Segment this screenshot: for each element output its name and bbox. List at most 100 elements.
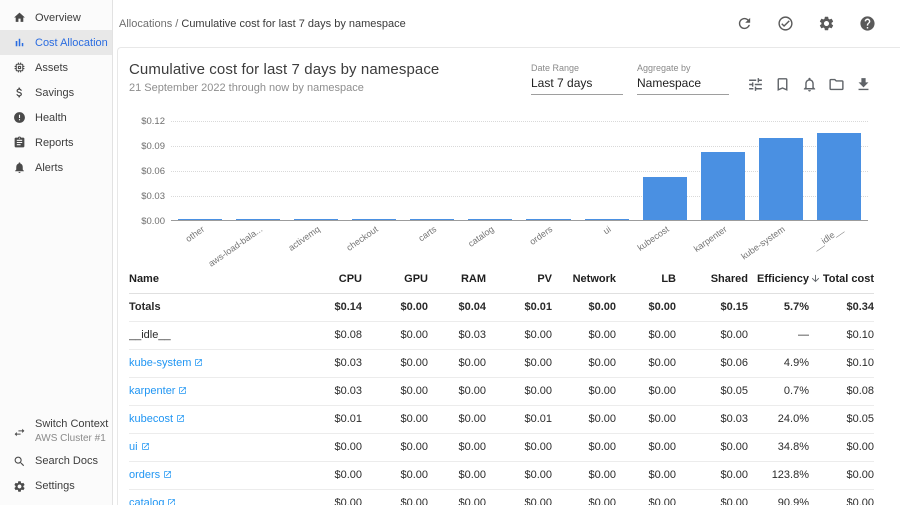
bar-other[interactable]	[178, 219, 222, 220]
action-icons	[747, 63, 872, 93]
bar-checkout[interactable]	[352, 219, 396, 220]
bar--idle-[interactable]	[817, 133, 861, 220]
bar-kube-system[interactable]	[759, 138, 803, 220]
bell-outline-button[interactable]	[801, 76, 818, 93]
cell-value: $0.00	[616, 349, 676, 377]
namespace-link[interactable]: karpenter	[129, 385, 187, 397]
cell-value: $0.00	[809, 433, 874, 461]
column-header-network[interactable]: Network	[552, 265, 616, 293]
column-header-pv[interactable]: PV	[486, 265, 552, 293]
date-range-select[interactable]: Date Range Last 7 days	[531, 63, 623, 95]
column-header-efficiency[interactable]: Efficiency	[748, 265, 809, 293]
chart-plot-area: otheraws-load-bala...activemqcheckoutcar…	[171, 121, 868, 221]
chart-bar-slot: orders	[519, 121, 577, 220]
chart-bar-slot: karpenter	[694, 121, 752, 220]
bookmark-button[interactable]	[774, 76, 791, 93]
sidebar-item-cost-allocation[interactable]: Cost Allocation	[0, 30, 112, 55]
sidebar-item-label: Reports	[35, 137, 74, 149]
swap-icon	[13, 426, 26, 439]
column-header-total-cost[interactable]: Total cost	[809, 265, 874, 293]
chart-bar-slot: ui	[578, 121, 636, 220]
external-icon	[141, 442, 150, 451]
cell-value: $0.00	[616, 321, 676, 349]
chart-bar-slot: activemq	[287, 121, 345, 220]
sidebar-item-settings[interactable]: Settings	[0, 474, 112, 499]
cell-value: $0.34	[809, 293, 874, 321]
x-axis-label: karpenter	[692, 224, 729, 254]
download-button[interactable]	[855, 76, 872, 93]
y-axis-tick: $0.00	[129, 216, 165, 227]
cell-value: $0.00	[486, 433, 552, 461]
sidebar-item-search-docs[interactable]: Search Docs	[0, 449, 112, 474]
gear-button[interactable]	[818, 15, 835, 32]
cell-value: $0.00	[428, 461, 486, 489]
aggregate-by-select[interactable]: Aggregate by Namespace	[637, 63, 729, 95]
chart-bar-slot: kube-system	[752, 121, 810, 220]
cost-bar-chart: otheraws-load-bala...activemqcheckoutcar…	[129, 103, 870, 251]
bar-orders[interactable]	[526, 219, 570, 220]
sidebar-item-health[interactable]: Health	[0, 105, 112, 130]
tune-button[interactable]	[747, 76, 764, 93]
x-axis-label: aws-load-bala...	[206, 224, 264, 269]
cell-value: 0.7%	[748, 377, 809, 405]
column-header-lb[interactable]: LB	[616, 265, 676, 293]
check-circle-icon	[777, 15, 794, 32]
bar-catalog[interactable]	[468, 219, 512, 220]
chart-bar-slot: aws-load-bala...	[229, 121, 287, 220]
sidebar-item-switch-context[interactable]: Switch ContextAWS Cluster #1	[0, 415, 112, 449]
namespace-link[interactable]: kube-system	[129, 357, 203, 369]
cell-value: $0.00	[362, 321, 428, 349]
column-header-gpu[interactable]: GPU	[362, 265, 428, 293]
cell-value: $0.00	[428, 433, 486, 461]
column-header-name[interactable]: Name	[129, 265, 299, 293]
sidebar-item-alerts[interactable]: Alerts	[0, 155, 112, 180]
cell-value: $0.00	[552, 321, 616, 349]
cell-value: $0.00	[616, 405, 676, 433]
tune-icon	[747, 76, 764, 93]
bar-carts[interactable]	[410, 219, 454, 220]
sidebar-item-overview[interactable]: Overview	[0, 5, 112, 30]
cell-value: $0.03	[676, 405, 748, 433]
sidebar-item-savings[interactable]: Savings	[0, 80, 112, 105]
aggregate-by-label: Aggregate by	[637, 63, 729, 73]
table-row-kubecost: kubecost$0.01$0.00$0.00$0.01$0.00$0.00$0…	[129, 405, 874, 433]
cell-value: $0.05	[809, 405, 874, 433]
x-axis-label: orders	[528, 224, 555, 247]
x-axis-label: ui	[601, 224, 612, 236]
bar-karpenter[interactable]	[701, 152, 745, 220]
page-title: Cumulative cost for last 7 days by names…	[129, 61, 439, 78]
cell-value: $0.00	[552, 433, 616, 461]
bar-ui[interactable]	[585, 219, 629, 220]
row-name: __idle__	[129, 321, 299, 349]
chart-bar-slot: catalog	[461, 121, 519, 220]
bell-outline-icon	[801, 76, 818, 93]
table-row-orders: orders$0.00$0.00$0.00$0.00$0.00$0.00$0.0…	[129, 461, 874, 489]
help-button[interactable]	[859, 15, 876, 32]
column-header-ram[interactable]: RAM	[428, 265, 486, 293]
column-header-cpu[interactable]: CPU	[299, 265, 362, 293]
table-row-kube-system: kube-system$0.03$0.00$0.00$0.00$0.00$0.0…	[129, 349, 874, 377]
sidebar-item-reports[interactable]: Reports	[0, 130, 112, 155]
allocation-table: NameCPUGPURAMPVNetworkLBSharedEfficiency…	[129, 265, 874, 505]
bookmark-icon	[774, 76, 791, 93]
sidebar-item-label: Search Docs	[35, 455, 98, 469]
x-axis-label: carts	[416, 224, 438, 243]
cell-value: $0.00	[486, 461, 552, 489]
refresh-button[interactable]	[736, 15, 753, 32]
bar-aws-load-bala-[interactable]	[236, 219, 280, 220]
namespace-link[interactable]: orders	[129, 469, 172, 481]
bar-activemq[interactable]	[294, 219, 338, 220]
breadcrumb-root[interactable]: Allocations	[119, 18, 172, 30]
column-header-shared[interactable]: Shared	[676, 265, 748, 293]
namespace-link[interactable]: kubecost	[129, 413, 185, 425]
folder-button[interactable]	[828, 76, 845, 93]
cell-value: $0.00	[676, 489, 748, 505]
cell-value: $0.00	[616, 377, 676, 405]
check-circle-button[interactable]	[777, 15, 794, 32]
cell-value: $0.00	[486, 321, 552, 349]
sidebar-item-assets[interactable]: Assets	[0, 55, 112, 80]
namespace-link[interactable]: ui	[129, 441, 150, 453]
namespace-link[interactable]: catalog	[129, 497, 176, 505]
cell-value: $0.00	[552, 349, 616, 377]
bar-kubecost[interactable]	[643, 177, 687, 220]
